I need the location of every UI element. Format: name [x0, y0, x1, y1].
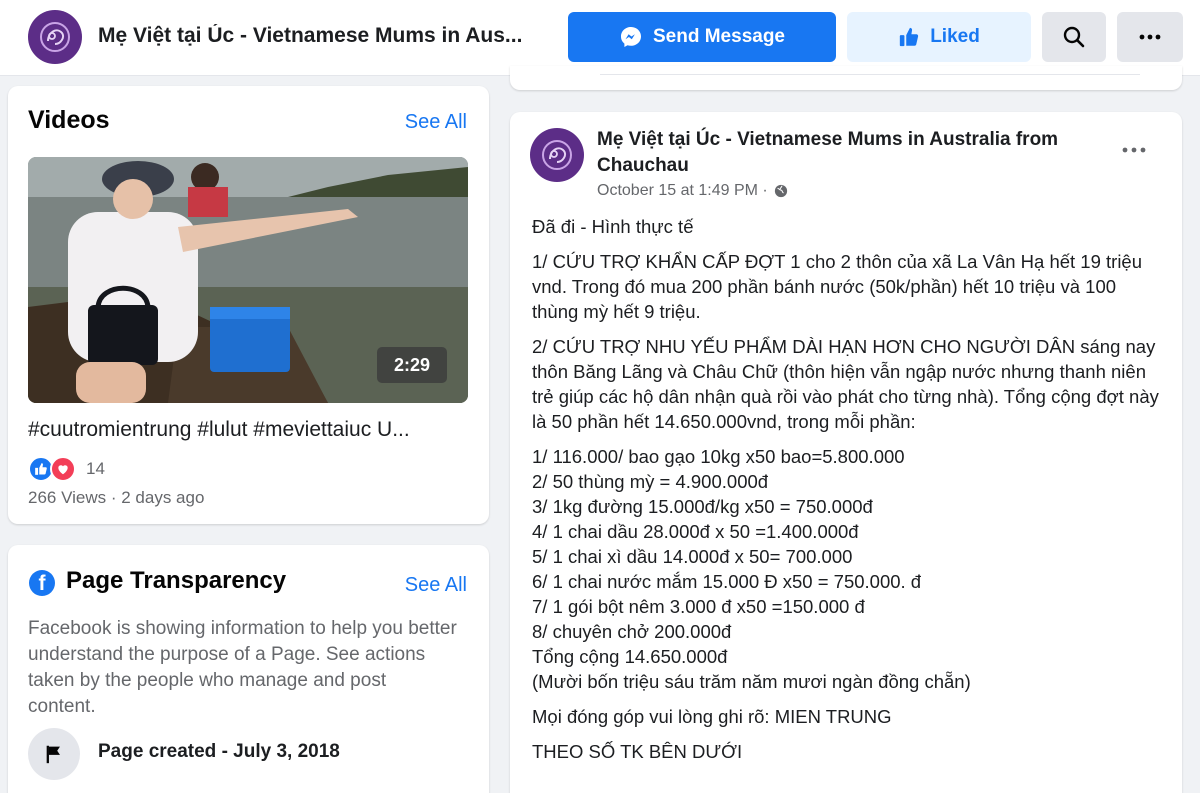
post-item-list: 1/ 116.000/ bao gạo 10kg x50 bao=5.800.0… — [532, 444, 1167, 694]
video-thumbnail[interactable]: 2:29 — [28, 157, 468, 403]
post-time-text: October 15 at 1:49 PM · — [597, 182, 768, 199]
post-list-item: (Mười bốn triệu sáu trăm năm mươi ngàn đ… — [532, 671, 971, 692]
messenger-icon — [621, 27, 641, 47]
post-list-item: 8/ chuyên chở 200.000đ — [532, 621, 732, 642]
globe-icon — [774, 184, 787, 198]
liked-button[interactable]: Liked — [847, 12, 1031, 62]
videos-see-all-link[interactable]: See All — [405, 111, 467, 134]
post-list-item: 4/ 1 chai dầu 28.000đ x 50 =1.400.000đ — [532, 521, 859, 542]
post-card: Mẹ Việt tại Úc - Vietnamese Mums in Aust… — [510, 112, 1182, 793]
post-paragraph: 2/ CỨU TRỢ NHU YẾU PHẨM DÀI HẠN HƠN CHO … — [532, 336, 1159, 432]
post-paragraph: 1/ CỨU TRỢ KHẨN CẤP ĐỢT 1 cho 2 thôn của… — [532, 251, 1143, 322]
liked-label: Liked — [930, 26, 980, 47]
video-title-link[interactable]: #cuutromientrung #lulut #meviettaiuc U..… — [28, 418, 410, 442]
post-paragraph: Mọi đóng góp vui lòng ghi rõ: MIEN TRUNG — [532, 706, 892, 727]
video-duration-badge: 2:29 — [377, 347, 447, 383]
reaction-count: 14 — [86, 459, 105, 478]
post-paragraph: THEO SỐ TK BÊN DƯỚI — [532, 741, 743, 762]
transparency-see-all-link[interactable]: See All — [405, 574, 467, 597]
facebook-logo-icon: f — [29, 570, 55, 596]
post-list-item: 7/ 1 gói bột nêm 3.000 đ x50 =150.000 đ — [532, 596, 865, 617]
previous-post-bottom — [510, 66, 1182, 90]
post-list-item: 1/ 116.000/ bao gạo 10kg x50 bao=5.800.0… — [532, 446, 905, 467]
page-avatar[interactable] — [28, 10, 82, 64]
page-transparency-card: f Page Transparency See All Facebook is … — [8, 545, 489, 793]
love-reaction-icon — [50, 456, 76, 482]
videos-card: Videos See All 2:29 #cuutromientrung #lu… — [8, 86, 489, 524]
send-message-label: Send Message — [653, 26, 785, 47]
more-icon — [1139, 34, 1161, 40]
post-list-item: 5/ 1 chai xì dầu 14.000đ x 50= 700.000 — [532, 546, 853, 567]
flag-icon — [46, 745, 60, 764]
mother-child-logo-icon — [40, 22, 70, 52]
video-meta: 266 Views · 2 days ago — [28, 488, 205, 507]
post-paragraph: Đã đi - Hình thực tế — [532, 216, 694, 237]
post-more-button[interactable] — [1122, 140, 1146, 158]
search-icon — [1063, 26, 1085, 48]
more-icon — [1122, 147, 1146, 153]
mother-child-logo-icon — [542, 140, 572, 170]
page-created-info: Page created - July 3, 2018 — [98, 741, 340, 762]
post-body: Đã đi - Hình thực tế 1/ CỨU TRỢ KHẨN CẤP… — [532, 214, 1167, 774]
page-header-bar: Mẹ Việt tại Úc - Vietnamese Mums in Aus.… — [0, 0, 1200, 76]
post-author-name[interactable]: Mẹ Việt tại Úc - Vietnamese Mums in Aust… — [597, 127, 1097, 179]
video-reactions[interactable]: 14 — [28, 456, 105, 482]
page-transparency-title: Page Transparency — [66, 567, 287, 594]
thumbs-up-icon — [900, 27, 919, 47]
videos-title: Videos — [28, 106, 110, 134]
post-author-avatar[interactable] — [530, 128, 584, 182]
flag-icon-container — [28, 728, 80, 780]
transparency-description: Facebook is showing information to help … — [28, 618, 457, 717]
more-options-button[interactable] — [1117, 12, 1183, 62]
send-message-button[interactable]: Send Message — [568, 12, 836, 62]
divider — [600, 74, 1140, 75]
page-name[interactable]: Mẹ Việt tại Úc - Vietnamese Mums in Aus.… — [98, 24, 553, 48]
post-list-item: 3/ 1kg đường 15.000đ/kg x50 = 750.000đ — [532, 496, 873, 517]
search-button[interactable] — [1042, 12, 1106, 62]
post-list-item: 6/ 1 chai nước mắm 15.000 Đ x50 = 750.00… — [532, 571, 922, 592]
post-list-item: 2/ 50 thùng mỳ = 4.900.000đ — [532, 471, 769, 492]
post-list-item: Tổng cộng 14.650.000đ — [532, 646, 728, 667]
post-timestamp[interactable]: October 15 at 1:49 PM · — [597, 182, 788, 200]
